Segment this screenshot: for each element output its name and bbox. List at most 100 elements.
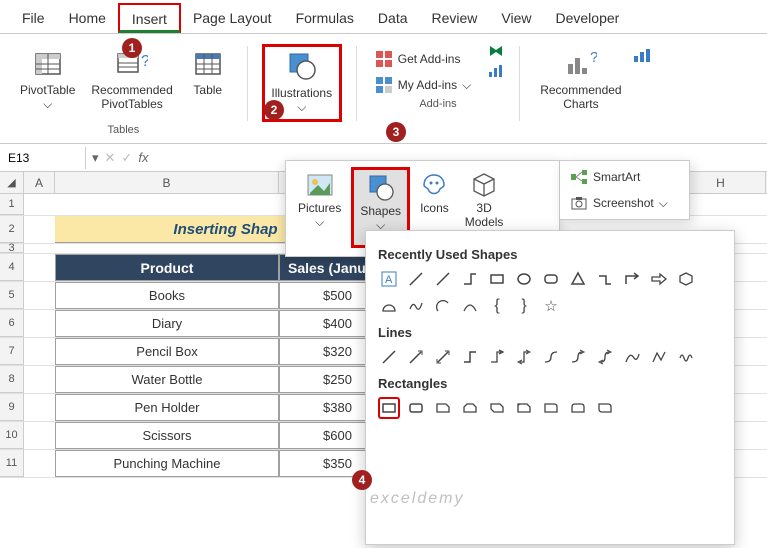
shape-elbow-arrow[interactable] bbox=[486, 346, 508, 368]
rectangles-label: Rectangles bbox=[378, 376, 722, 391]
cell-product[interactable]: Books bbox=[55, 282, 279, 309]
shape-snip-diag[interactable] bbox=[486, 397, 508, 419]
shape-curve-conn[interactable] bbox=[540, 346, 562, 368]
shape-arrow-line[interactable] bbox=[405, 346, 427, 368]
ribbon-divider bbox=[519, 46, 520, 121]
col-A[interactable]: A bbox=[24, 172, 55, 193]
shape-star[interactable]: ☆ bbox=[540, 295, 562, 317]
row-9[interactable]: 9 bbox=[0, 394, 24, 421]
table-button[interactable]: Table bbox=[183, 44, 233, 122]
ribbon-group-addins: Get Add-ins My Add-ins ⌵ Add-ins bbox=[365, 42, 511, 139]
my-addins-button[interactable]: My Add-ins ⌵ bbox=[371, 74, 475, 96]
shape-round-same[interactable] bbox=[567, 397, 589, 419]
ribbon: PivotTable⌵ ? RecommendedPivotTables Tab… bbox=[0, 34, 767, 144]
screenshot-label: Screenshot bbox=[593, 196, 654, 210]
shape-double-arrow[interactable] bbox=[432, 346, 454, 368]
shape-elbow-arrow[interactable] bbox=[594, 268, 616, 290]
svg-text:?: ? bbox=[141, 53, 148, 70]
shape-elbow-double[interactable] bbox=[513, 346, 535, 368]
rec-charts-label: RecommendedCharts bbox=[540, 83, 621, 112]
people-graph-icon[interactable] bbox=[487, 63, 505, 79]
shape-halfcircle[interactable] bbox=[378, 295, 400, 317]
header-product[interactable]: Product bbox=[55, 254, 279, 281]
row-7[interactable]: 7 bbox=[0, 338, 24, 365]
shape-elbow-arrow[interactable] bbox=[621, 268, 643, 290]
bar-chart-icon[interactable] bbox=[632, 48, 654, 64]
tab-review[interactable]: Review bbox=[420, 4, 490, 33]
shape-snip-round[interactable] bbox=[513, 397, 535, 419]
tab-data[interactable]: Data bbox=[366, 4, 420, 33]
recommended-charts-button[interactable]: ? RecommendedCharts bbox=[534, 44, 627, 122]
shape-curve-double[interactable] bbox=[594, 346, 616, 368]
tab-view[interactable]: View bbox=[489, 4, 543, 33]
smartart-button[interactable]: SmartArt bbox=[566, 167, 683, 187]
name-box[interactable] bbox=[0, 147, 86, 169]
tab-developer[interactable]: Developer bbox=[544, 4, 632, 33]
tab-formulas[interactable]: Formulas bbox=[284, 4, 366, 33]
shape-textbox[interactable]: A bbox=[378, 268, 400, 290]
step-badge-3: 3 bbox=[386, 122, 406, 142]
cell-product[interactable]: Pencil Box bbox=[55, 338, 279, 365]
shape-line[interactable] bbox=[378, 346, 400, 368]
shape-line[interactable] bbox=[405, 268, 427, 290]
get-addins-button[interactable]: Get Add-ins bbox=[371, 48, 475, 70]
shape-arc[interactable] bbox=[432, 295, 454, 317]
row-1[interactable]: 1 bbox=[0, 194, 24, 215]
fx-icon[interactable]: fx bbox=[138, 150, 148, 165]
tab-home[interactable]: Home bbox=[57, 4, 118, 33]
ribbon-group-charts: ? RecommendedCharts bbox=[528, 42, 659, 139]
pictures-button[interactable]: Pictures⌵ bbox=[292, 167, 347, 248]
cell-product[interactable]: Punching Machine bbox=[55, 450, 279, 477]
shape-rect[interactable] bbox=[486, 268, 508, 290]
shape-line[interactable] bbox=[432, 268, 454, 290]
bing-maps-icon[interactable] bbox=[487, 44, 505, 60]
cell-product[interactable]: Pen Holder bbox=[55, 394, 279, 421]
shape-rounded-rect[interactable] bbox=[540, 268, 562, 290]
shape-freeform[interactable] bbox=[648, 346, 670, 368]
ribbon-group-illustrations: Illustrations⌵ bbox=[256, 42, 348, 139]
row-6[interactable]: 6 bbox=[0, 310, 24, 337]
shape-brace-right[interactable]: } bbox=[513, 295, 535, 317]
shape-brace-left[interactable]: { bbox=[486, 295, 508, 317]
shape-elbow[interactable] bbox=[459, 268, 481, 290]
row-5[interactable]: 5 bbox=[0, 282, 24, 309]
tab-file[interactable]: File bbox=[10, 4, 57, 33]
col-B[interactable]: B bbox=[55, 172, 279, 193]
shape-snip-same[interactable] bbox=[459, 397, 481, 419]
dropdown-icon[interactable]: ▾ bbox=[92, 150, 99, 166]
row-11[interactable]: 11 bbox=[0, 450, 24, 477]
shape-oval[interactable] bbox=[513, 268, 535, 290]
shape-rounded-rect[interactable] bbox=[405, 397, 427, 419]
tables-group-label: Tables bbox=[107, 124, 139, 136]
smartart-icon bbox=[570, 169, 588, 185]
cancel-icon[interactable]: ✕ bbox=[105, 150, 116, 166]
enter-icon[interactable]: ✓ bbox=[121, 150, 132, 166]
shape-arrow[interactable] bbox=[648, 268, 670, 290]
shape-scribble[interactable] bbox=[405, 295, 427, 317]
row-3[interactable]: 3 bbox=[0, 244, 24, 253]
shape-round-diag[interactable] bbox=[594, 397, 616, 419]
shape-scribble[interactable] bbox=[675, 346, 697, 368]
shape-round-single[interactable] bbox=[540, 397, 562, 419]
row-2[interactable]: 2 bbox=[0, 216, 24, 243]
shape-triangle[interactable] bbox=[567, 268, 589, 290]
tab-insert[interactable]: Insert bbox=[118, 3, 181, 33]
shape-snip-single[interactable] bbox=[432, 397, 454, 419]
shape-curve-arrow[interactable] bbox=[567, 346, 589, 368]
row-8[interactable]: 8 bbox=[0, 366, 24, 393]
row-10[interactable]: 10 bbox=[0, 422, 24, 449]
cell-product[interactable]: Diary bbox=[55, 310, 279, 337]
my-addins-label: My Add-ins bbox=[398, 78, 457, 92]
cell-product[interactable]: Water Bottle bbox=[55, 366, 279, 393]
tab-page-layout[interactable]: Page Layout bbox=[181, 4, 284, 33]
shape-rectangle[interactable] bbox=[378, 397, 400, 419]
shape-curve[interactable] bbox=[621, 346, 643, 368]
cell-product[interactable]: Scissors bbox=[55, 422, 279, 449]
row-4[interactable]: 4 bbox=[0, 254, 24, 281]
shape-curve[interactable] bbox=[459, 295, 481, 317]
screenshot-button[interactable]: Screenshot ⌵ bbox=[566, 193, 683, 213]
shape-elbow[interactable] bbox=[459, 346, 481, 368]
pivottable-button[interactable]: PivotTable⌵ bbox=[14, 44, 81, 122]
select-all[interactable]: ◢ bbox=[0, 172, 24, 193]
shape-hex[interactable] bbox=[675, 268, 697, 290]
